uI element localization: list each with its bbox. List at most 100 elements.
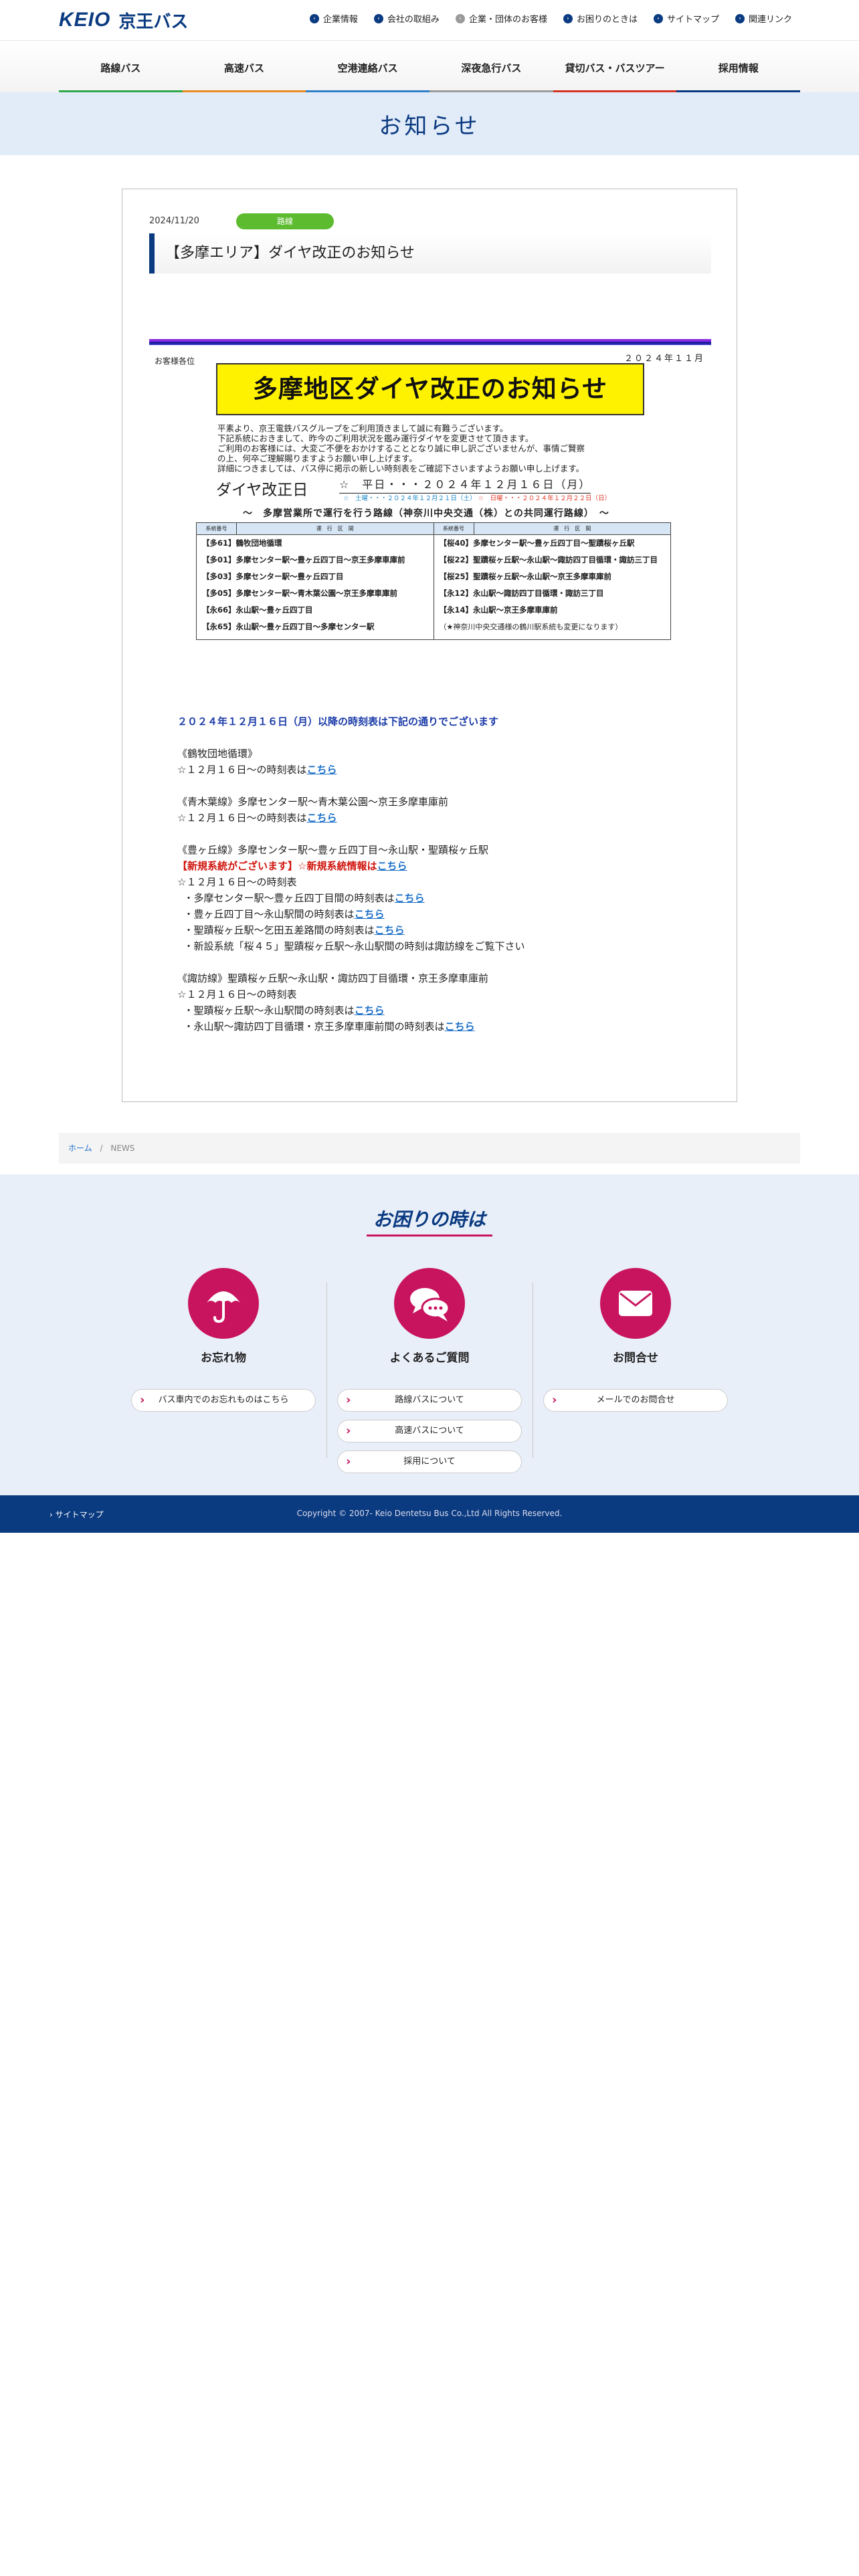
gnav-recruit[interactable]: 採用情報: [676, 56, 800, 93]
route-row: 【桜22】聖蹟桜ヶ丘駅〜永山駅〜諏訪四丁目循環・諏訪三丁目: [439, 555, 658, 564]
help-section: お困りの時は お忘れ物 バス車内でのお忘れものはこちら よくあるご質問 路線バス…: [0, 1174, 859, 1495]
util-label: お困りのときは: [576, 15, 638, 25]
gnav-highway-bus[interactable]: 高速バス: [182, 56, 306, 93]
faq-recruit-button[interactable]: 採用について: [337, 1451, 522, 1473]
notice-body-line: 平素より、京王電鉄バスグループをご利用頂きまして誠に有難うございます。: [217, 423, 508, 433]
site-footer: › サイトマップ Copyright © 2007- Keio Dentetsu…: [0, 1495, 859, 1533]
route-table-heading: 〜 多摩営業所で運行を行う路線（神奈川中央交通（株）との共同運行路線） 〜: [243, 508, 609, 519]
revision-date-saturday: ☆ 土曜・・・２０２４年１２月２１日（土）: [343, 495, 476, 502]
route-row: 【永12】永山駅〜諏訪四丁目循環・諏訪三丁目: [439, 588, 604, 598]
col-route-section: 運 行 区 間: [553, 526, 591, 532]
timetable-item: ・豊ヶ丘四丁目〜永山駅間の時刻表はこちら: [177, 906, 712, 922]
notice-body-line: の上、何卒ご理解賜りますようお願い申し上げます。: [217, 453, 417, 463]
util-label: サイトマップ: [666, 15, 719, 25]
col-route-section: 運 行 区 間: [316, 526, 354, 532]
chevron-right-icon: ›: [563, 13, 573, 23]
timetable-link[interactable]: こちら: [395, 892, 425, 904]
breadcrumb-current: NEWS: [110, 1144, 135, 1153]
util-label: 関連リンク: [748, 15, 792, 25]
timetable-line: ☆１２月１６日〜の時刻表: [177, 876, 297, 888]
chat-bubbles-icon: [394, 1268, 465, 1339]
new-route-line: 【新規系統がございます】☆新規系統情報はこちら: [177, 858, 712, 874]
route-row: 【永14】永山駅〜京王多摩車庫前: [439, 605, 558, 615]
breadcrumb: ホーム / NEWS: [59, 1133, 800, 1164]
timetable-item-text: ・聖蹟桜ヶ丘駅〜永山駅間の時刻表は: [183, 1004, 355, 1016]
category-badge: 路線: [236, 213, 334, 229]
breadcrumb-home[interactable]: ホーム: [68, 1144, 92, 1153]
help-divider: [326, 1283, 327, 1458]
section-title: 《豊ヶ丘線》多摩センター駅〜豊ヶ丘四丁目〜永山駅・聖蹟桜ヶ丘駅: [177, 844, 489, 856]
timetable-link[interactable]: こちら: [445, 1021, 475, 1033]
global-nav-bar: 路線バス 高速バス 空港連絡バス 深夜急行バス 貸切バス・バスツアー 採用情報: [0, 40, 859, 93]
breadcrumb-separator: /: [100, 1144, 103, 1153]
timetable-link[interactable]: こちら: [355, 1004, 385, 1016]
util-link-business[interactable]: › 企業・団体のお客様: [455, 12, 547, 25]
notice-date: ２０２４年１１月: [624, 354, 704, 364]
util-link-sitemap[interactable]: › サイトマップ: [653, 12, 719, 25]
faq-route-bus-button[interactable]: 路線バスについて: [337, 1389, 522, 1412]
new-route-link[interactable]: こちら: [377, 860, 407, 872]
site-logo[interactable]: KEIO 京王バス: [59, 8, 188, 32]
faq-highway-bus-button[interactable]: 高速バスについて: [337, 1420, 522, 1442]
timetable-line: ☆１２月１６日〜の時刻表はこちら: [177, 762, 712, 778]
chevron-right-icon: ›: [373, 13, 383, 23]
notice-recipient: お客様各位: [155, 356, 195, 366]
timetable-item: ・永山駅〜諏訪四丁目循環・京王多摩車庫前間の時刻表はこちら: [177, 1018, 712, 1035]
util-label: 企業・団体のお客様: [468, 15, 547, 25]
util-label: 企業情報: [322, 15, 358, 25]
help-faq-label: よくあるご質問: [389, 1352, 470, 1365]
timetable-item: ・多摩センター駅〜豊ヶ丘四丁目間の時刻表はこちら: [177, 890, 712, 906]
util-link-corporate[interactable]: › 企業情報: [309, 12, 358, 25]
timetable-link[interactable]: こちら: [355, 908, 385, 920]
route-table: 系統番号 運 行 区 間 【多61】鶴牧団地循環 【多01】多摩センター駅〜豊ヶ丘…: [196, 522, 671, 640]
timetable-line: ☆１２月１６日〜の時刻表はこちら: [177, 810, 712, 826]
utility-nav: › 企業情報 › 会社の取組み › 企業・団体のお客様 › お困りのときは › サイトマッ…: [309, 12, 792, 25]
timetable-item-text: ・新設系統「桜４５」聖蹟桜ヶ丘駅〜永山駅間の時刻は諏訪線をご覧下さい: [183, 940, 525, 952]
news-article: 2024/11/20 路線 【多摩エリア】ダイヤ改正のお知らせ お客様各位 ２０…: [122, 189, 737, 1102]
help-lost-items: お忘れ物 バス車内でのお忘れものはこちら: [123, 1268, 324, 1412]
route-row: 【桜40】多摩センター駅〜豊ヶ丘四丁目〜聖蹟桜ヶ丘駅: [439, 538, 635, 548]
route-table-right: 系統番号 運 行 区 間 【桜40】多摩センター駅〜豊ヶ丘四丁目〜聖蹟桜ヶ丘駅 【…: [434, 523, 670, 639]
help-lost-items-label: お忘れ物: [201, 1352, 246, 1365]
route-row: 【多61】鶴牧団地循環: [202, 538, 282, 548]
page-hero: お知らせ: [0, 92, 859, 155]
timetable-line-text: ☆１２月１６日〜の時刻表は: [177, 764, 307, 776]
route-row: 【多01】多摩センター駅〜豊ヶ丘四丁目〜京王多摩車庫前: [202, 555, 405, 564]
col-route-no: 系統番号: [197, 523, 237, 534]
mail-contact-button[interactable]: メールでのお問合せ: [543, 1389, 728, 1412]
lost-items-button[interactable]: バス車内でのお忘れものはこちら: [131, 1389, 316, 1412]
route-row: 【桜25】聖蹟桜ヶ丘駅〜永山駅〜京王多摩車庫前: [439, 572, 612, 581]
timetable-link[interactable]: こちら: [306, 812, 337, 824]
timetable-line-text: ☆１２月１６日〜の時刻表は: [177, 812, 307, 824]
notice-image: お客様各位 ２０２４年１１月 多摩地区ダイヤ改正のお知らせ 平素より、京王電鉄バ…: [149, 339, 711, 653]
notice-body-line: 詳細につきましては、バス停に掲示の新しい時刻表をご確認下さいますようお願い申し上…: [217, 463, 585, 473]
timetable-links: ２０２４年１２月１６日（月）以降の時刻表は下記の通りでございます 《鶴牧団地循環…: [177, 714, 712, 1035]
route-table-header: 系統番号 運 行 区 間: [434, 523, 670, 535]
gnav-route-bus[interactable]: 路線バス: [59, 56, 183, 93]
route-table-left: 系統番号 運 行 区 間 【多61】鶴牧団地循環 【多01】多摩センター駅〜豊ヶ丘…: [197, 523, 434, 639]
gnav-charter-bus[interactable]: 貸切バス・バスツアー: [553, 56, 677, 93]
mail-icon: [600, 1268, 671, 1339]
util-link-help[interactable]: › お困りのときは: [563, 12, 638, 25]
util-link-related[interactable]: › 関連リンク: [735, 12, 792, 25]
gnav-airport-bus[interactable]: 空港連絡バス: [306, 56, 430, 93]
revision-date-weekend: ☆ 土曜・・・２０２４年１２月２１日（土） ☆ 日曜・・・２０２４年１２月２２日…: [343, 493, 611, 502]
help-contact-label: お問合せ: [613, 1352, 658, 1365]
notice-top-rule: [149, 339, 711, 344]
article-date: 2024/11/20: [149, 216, 199, 226]
article-title: 【多摩エリア】ダイヤ改正のお知らせ: [149, 233, 711, 274]
help-title-underline: [367, 1235, 492, 1237]
timetable-link[interactable]: こちら: [375, 924, 405, 936]
help-faq: よくあるご質問 路線バスについて 高速バスについて 採用について: [329, 1268, 530, 1473]
timetable-intro: ２０２４年１２月１６日（月）以降の時刻表は下記の通りでございます: [177, 716, 499, 728]
col-route-no: 系統番号: [434, 523, 474, 534]
util-link-initiatives[interactable]: › 会社の取組み: [373, 12, 440, 25]
chevron-right-icon: ›: [309, 13, 319, 23]
timetable-item-text: ・永山駅〜諏訪四丁目循環・京王多摩車庫前間の時刻表は: [183, 1021, 445, 1033]
timetable-item-text: ・聖蹟桜ヶ丘駅〜乞田五差路間の時刻表は: [183, 924, 375, 936]
route-row: 【多03】多摩センター駅〜豊ヶ丘四丁目: [202, 572, 344, 581]
timetable-link[interactable]: こちら: [306, 764, 337, 776]
gnav-midnight-bus[interactable]: 深夜急行バス: [430, 56, 553, 93]
notice-headline: 多摩地区ダイヤ改正のお知らせ: [216, 363, 644, 415]
logo-keio: KEIO: [59, 9, 111, 31]
